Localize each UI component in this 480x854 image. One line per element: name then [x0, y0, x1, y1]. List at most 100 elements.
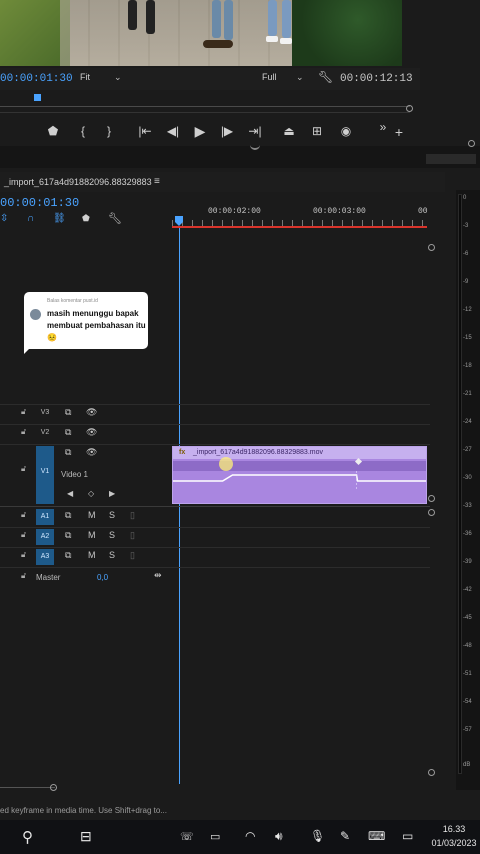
track-label[interactable]: A3 — [36, 549, 54, 565]
wrench-icon[interactable]: 🔧︎ — [318, 70, 333, 84]
lock-icon[interactable]: 🔓︎ — [21, 464, 29, 473]
go-to-out-icon[interactable]: ⇥| — [246, 122, 264, 140]
mute-button[interactable]: M — [88, 530, 96, 540]
comment-header: Balas komentar pust.id — [47, 298, 98, 304]
mute-button[interactable]: M — [88, 510, 96, 520]
add-marker-icon[interactable]: ⬟ — [44, 122, 62, 140]
add-keyframe-icon[interactable]: ◇ — [88, 489, 94, 498]
taskbar-clock[interactable]: 16.33 01/03/2023 — [428, 822, 480, 850]
preview-figure — [224, 0, 233, 40]
track-scroll-handle[interactable] — [428, 244, 435, 251]
track-label[interactable]: A2 — [36, 529, 54, 545]
preview-skateboard — [203, 40, 233, 48]
work-area-bar[interactable] — [172, 226, 427, 228]
voiceover-record-icon[interactable]: ▯ — [130, 550, 135, 561]
camera-icon[interactable]: ◉ — [337, 122, 355, 140]
voiceover-record-icon[interactable]: ▯ — [130, 530, 135, 541]
sync-lock-icon[interactable]: ⧉ — [65, 447, 71, 458]
add-marker-icon[interactable]: ⬟ — [82, 213, 90, 224]
lift-icon[interactable]: ⏏ — [280, 122, 298, 140]
track-label[interactable]: V1 — [36, 446, 54, 504]
lock-icon[interactable]: 🔓︎ — [21, 530, 29, 539]
search-icon[interactable]: ⚲ — [22, 828, 33, 846]
sequence-current-time[interactable]: 00:00:01:30 — [0, 196, 79, 210]
wrench-icon[interactable]: 🔧︎ — [108, 212, 122, 225]
sync-lock-icon[interactable]: ⧉ — [65, 407, 71, 418]
next-keyframe-icon[interactable]: ▶ — [109, 489, 115, 498]
mute-button[interactable]: M — [88, 550, 96, 560]
sync-lock-icon[interactable]: ⧉ — [65, 510, 71, 521]
meet-now-icon[interactable]: ☏ — [180, 830, 194, 843]
master-value[interactable]: 0,0 — [97, 573, 108, 582]
track-scroll-handle[interactable] — [428, 769, 435, 776]
snap-icon[interactable]: ∩ — [27, 213, 34, 224]
monitor-current-time[interactable]: 00:00:01:30 — [0, 73, 73, 85]
go-to-end-icon[interactable]: ⇹ — [154, 570, 162, 581]
nest-icon[interactable]: ⇳ — [0, 213, 8, 224]
sync-lock-icon[interactable]: ⧉ — [65, 530, 71, 541]
preview-shoe — [280, 38, 292, 44]
playhead-marker[interactable] — [34, 94, 41, 101]
volume-icon[interactable]: 🔊︎ — [275, 829, 283, 844]
lock-icon[interactable]: 🔓︎ — [21, 510, 29, 519]
lock-icon[interactable]: 🔓︎ — [21, 407, 29, 416]
track-label[interactable]: V3 — [36, 409, 54, 416]
zoom-handle[interactable] — [406, 105, 413, 112]
keyboard-icon[interactable]: ⌨ — [368, 829, 385, 843]
drag-handle-icon[interactable] — [250, 144, 260, 150]
fx-badge[interactable]: fx — [179, 447, 185, 459]
divider — [0, 112, 410, 113]
lock-icon[interactable]: 🔓︎ — [21, 550, 29, 559]
solo-button[interactable]: S — [109, 550, 115, 560]
sync-lock-icon[interactable]: ⧉ — [65, 427, 71, 438]
previous-keyframe-icon[interactable]: ◀ — [67, 489, 73, 498]
scrollbar[interactable] — [426, 154, 476, 164]
video-clip[interactable]: fx _import_617a4d91882096.88329883.mov — [172, 446, 427, 504]
linked-selection-icon[interactable]: ⛓︎ — [53, 213, 66, 224]
tab-menu-icon[interactable]: ≡ — [154, 176, 160, 187]
quality-select[interactable]: Full ⌄ — [260, 71, 306, 86]
pen-icon[interactable]: ✎ — [340, 829, 350, 843]
horizontal-scrollbar[interactable] — [0, 787, 55, 788]
fit-select[interactable]: Fit ⌄ — [78, 71, 124, 86]
track-scroll-handle[interactable] — [428, 495, 435, 502]
step-back-icon[interactable]: ◀| — [164, 122, 182, 140]
timeline-ruler[interactable]: 00:00:02:00 00:00:03:00 00 — [172, 204, 432, 230]
zoom-handle[interactable] — [50, 784, 57, 791]
voiceover-record-icon[interactable]: ▯ — [130, 510, 135, 521]
play-icon[interactable]: ▶ — [191, 122, 209, 140]
solo-button[interactable]: S — [109, 530, 115, 540]
lock-icon[interactable]: 🔓︎ — [21, 571, 29, 580]
eye-icon[interactable]: 👁︎ — [86, 447, 97, 458]
eye-icon[interactable]: 👁︎ — [86, 407, 97, 418]
track-label[interactable]: V2 — [36, 429, 54, 436]
go-to-in-icon[interactable]: |⇤ — [136, 122, 154, 140]
task-view-icon[interactable]: ⊟ — [80, 828, 92, 845]
add-icon[interactable]: + — [390, 123, 408, 141]
extract-icon[interactable]: ⊞ — [308, 122, 326, 140]
display-icon[interactable]: ▭ — [402, 829, 413, 843]
step-forward-icon[interactable]: |▶ — [218, 122, 236, 140]
meter-tick: -51 — [463, 671, 472, 677]
mark-in-icon[interactable]: { — [74, 122, 92, 140]
monitor-scrubber[interactable] — [0, 92, 420, 118]
quality-select-value: Full — [262, 72, 277, 82]
clip-header: fx _import_617a4d91882096.88329883.mov — [173, 447, 426, 459]
scrubber-track — [0, 106, 410, 107]
sync-lock-icon[interactable]: ⧉ — [65, 550, 71, 561]
track-scroll-handle[interactable] — [428, 509, 435, 516]
lock-icon[interactable]: 🔓︎ — [21, 427, 29, 436]
meter-tick: -54 — [463, 699, 472, 705]
eye-icon[interactable]: 👁︎ — [86, 427, 97, 438]
microphone-icon[interactable]: 🎙︎ — [310, 829, 325, 843]
sequence-tab-title[interactable]: _import_617a4d91882096.88329883 — [4, 177, 152, 187]
mark-out-icon[interactable]: } — [100, 122, 118, 140]
solo-button[interactable]: S — [109, 510, 115, 520]
track-label[interactable]: A1 — [36, 509, 54, 525]
keyframe-graph[interactable] — [173, 471, 426, 489]
meter-tick: -21 — [463, 391, 472, 397]
comment-message: masih menunggu bapak membuat pembahasan … — [47, 309, 146, 342]
wifi-icon[interactable]: ◠ — [245, 829, 255, 843]
battery-icon[interactable]: ▭ — [210, 830, 220, 843]
zoom-handle[interactable] — [468, 140, 475, 147]
